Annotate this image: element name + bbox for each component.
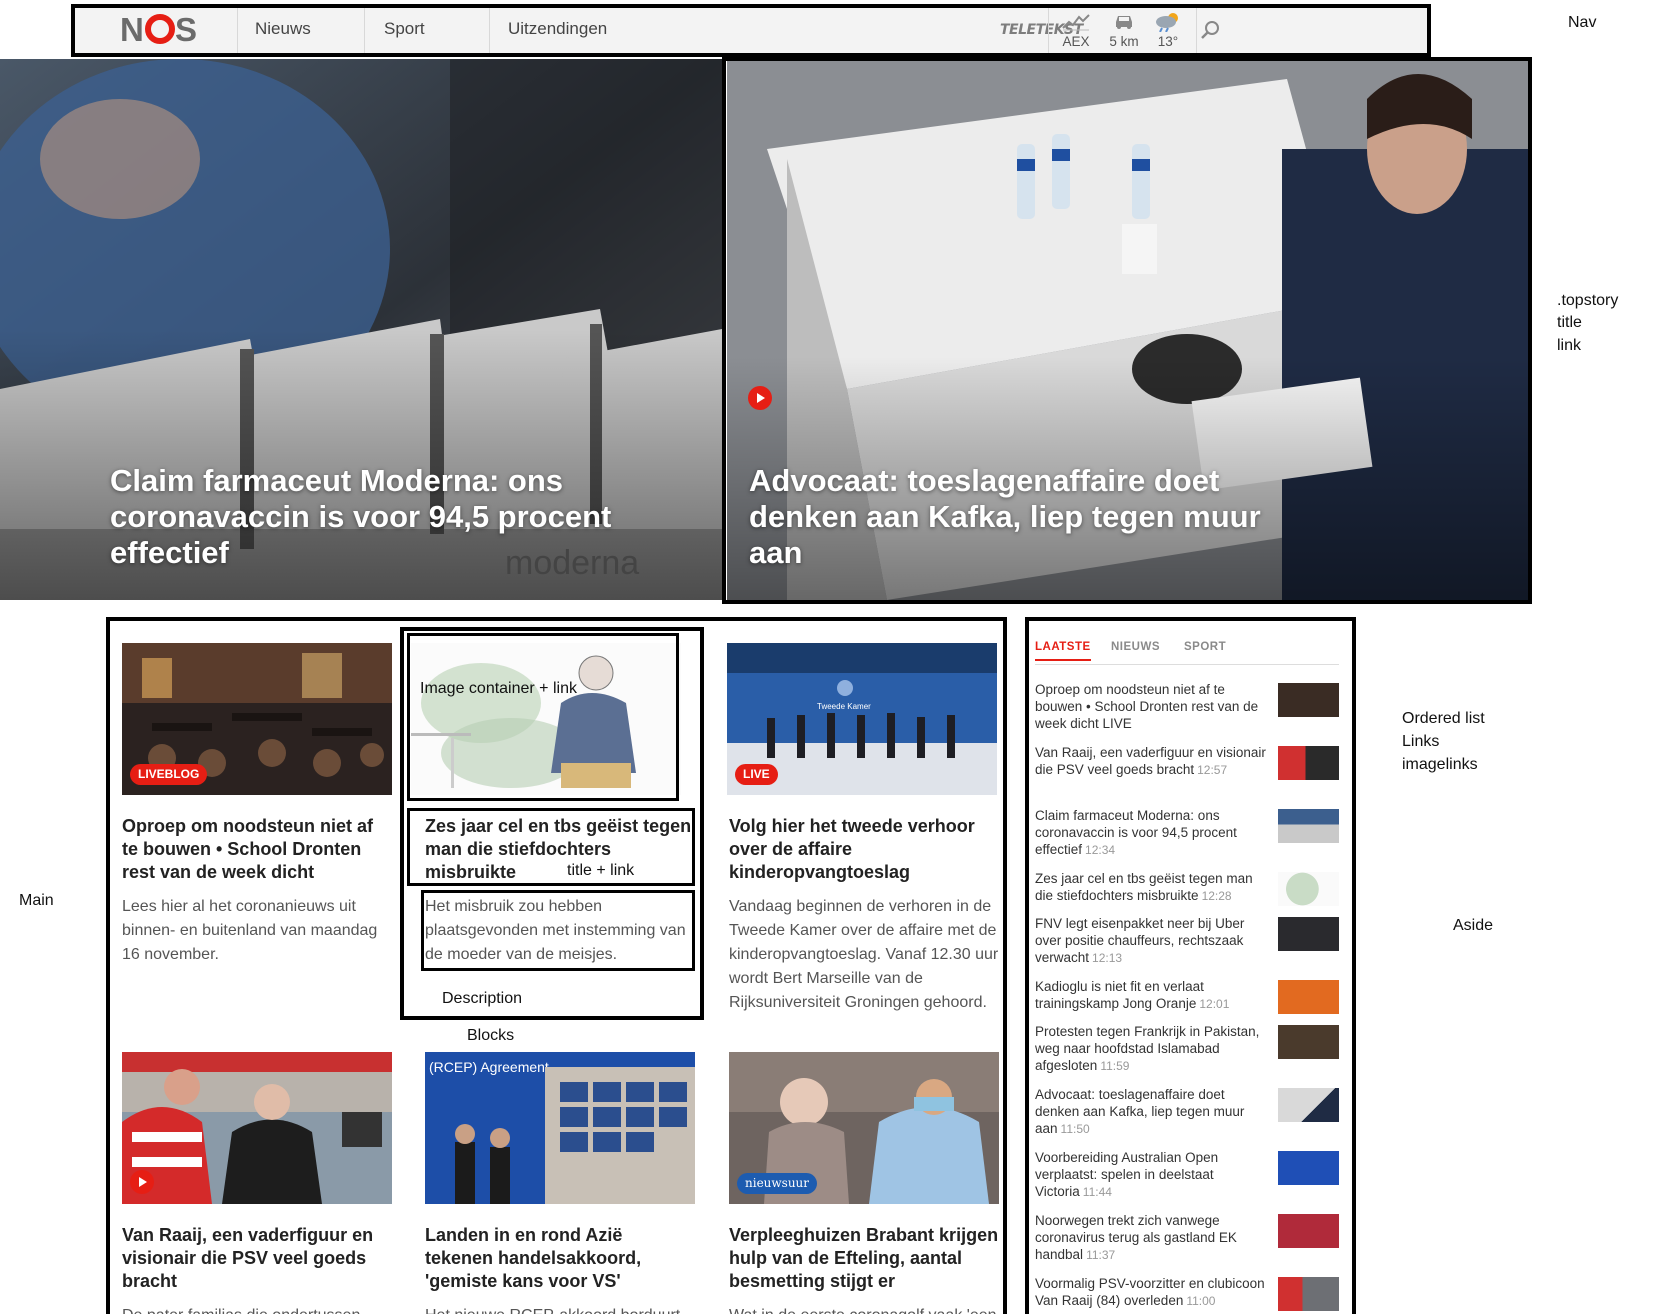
- topstory-1-title[interactable]: Claim farmaceut Moderna: ons coronavacci…: [110, 463, 670, 571]
- nav-link-nieuws[interactable]: Nieuws: [255, 19, 311, 39]
- nav-link-uitzendingen[interactable]: Uitzendingen: [508, 19, 607, 39]
- aside-item-thumb[interactable]: [1278, 1088, 1339, 1122]
- block-3-title[interactable]: Volg hier het tweede verhoor over de aff…: [729, 815, 999, 884]
- annotation-topstory: .topstory: [1557, 292, 1619, 309]
- aside-item-thumb[interactable]: [1278, 917, 1339, 951]
- aside-item-text[interactable]: Noorwegen trekt zich vanwege coronavirus…: [1035, 1212, 1270, 1264]
- block-4-play-icon[interactable]: [130, 1170, 154, 1194]
- annotation-nav: Nav: [1568, 14, 1597, 31]
- annotation-aside: Aside: [1453, 917, 1494, 934]
- annotation-main: Main: [19, 892, 54, 909]
- block-4-image[interactable]: [122, 1052, 392, 1204]
- aex-widget[interactable]: AEX: [1052, 10, 1100, 49]
- block-4-title[interactable]: Van Raaij, een vaderfiguur en visionair …: [122, 1224, 392, 1293]
- aside-item-text[interactable]: Van Raaij, een vaderfiguur en visionair …: [1035, 744, 1270, 779]
- aside-item-text[interactable]: FNV legt eisenpakket neer bij Uber over …: [1035, 915, 1270, 967]
- topstory-2-title[interactable]: Advocaat: toeslagenaffaire doet denken a…: [749, 463, 1309, 571]
- aside-item-thumb[interactable]: [1278, 980, 1339, 1014]
- weather-label: 13°: [1157, 34, 1179, 49]
- svg-text:S: S: [175, 12, 197, 46]
- block-2-description: Het misbruik zou hebben plaatsgevonden m…: [425, 898, 686, 963]
- block-6-image[interactable]: nieuwsuur: [729, 1052, 999, 1204]
- nieuwsuur-badge: nieuwsuur: [737, 1173, 818, 1194]
- video-play-icon[interactable]: [748, 386, 772, 410]
- aside-item-text[interactable]: Voorbereiding Australian Open verplaatst…: [1035, 1149, 1270, 1201]
- aside-item-thumb[interactable]: [1278, 683, 1339, 717]
- topstory-2[interactable]: Advocaat: toeslagenaffaire doet denken a…: [727, 59, 1528, 600]
- block-4-description: De pater familias die ondertussen: [122, 1304, 392, 1314]
- annotation-image-container: Image container + link: [420, 680, 577, 697]
- annotation-ordered-list: Ordered list: [1402, 710, 1485, 727]
- aside-item-text[interactable]: Protesten tegen Frankrijk in Pakistan, w…: [1035, 1023, 1270, 1075]
- block-6-title[interactable]: Verpleeghuizen Brabant krijgen hulp van …: [729, 1224, 999, 1293]
- tab-laatste[interactable]: LAATSTE: [1035, 641, 1091, 661]
- block-6-description: Wat in de eerste coronagolf vaak 'een: [729, 1304, 999, 1314]
- aside-item-thumb[interactable]: [1278, 1214, 1339, 1248]
- tab-sport[interactable]: SPORT: [1184, 641, 1226, 659]
- block-1-image[interactable]: LIVEBLOG: [122, 643, 392, 795]
- annotation-topstory-title: title: [1557, 314, 1582, 331]
- block-5-image[interactable]: (RCEP) Agreement: [425, 1052, 695, 1204]
- aside-item-text[interactable]: Zes jaar cel en tbs geëist tegen man die…: [1035, 870, 1270, 905]
- aside-item-text[interactable]: Claim farmaceut Moderna: ons coronavacci…: [1035, 807, 1270, 859]
- traffic-label: 5 km: [1109, 34, 1139, 49]
- aside-item-thumb[interactable]: [1278, 1025, 1339, 1059]
- aex-label: AEX: [1062, 34, 1090, 49]
- annotation-blocks: Blocks: [467, 1027, 515, 1044]
- annotation-imagelinks: imagelinks: [1402, 756, 1478, 773]
- block-5-description: Het nieuwe RCEP-akkoord borduurt: [425, 1304, 695, 1314]
- tab-nieuws[interactable]: NIEUWS: [1111, 641, 1160, 659]
- aside-item-text[interactable]: Kadioglu is niet fit en verlaat training…: [1035, 978, 1270, 1013]
- annotation-topstory-link: link: [1557, 337, 1582, 354]
- block-1-description: Lees hier al het coronanieuws uit binnen…: [122, 898, 378, 963]
- top-nav: N S Nieuws Sport Uitzendingen TELETEKST …: [74, 6, 1428, 55]
- aside-item-text[interactable]: Voormalig PSV-voorzitter en clubicoon Va…: [1035, 1275, 1270, 1310]
- nos-logo[interactable]: N S: [120, 12, 204, 46]
- aside-item-thumb[interactable]: [1278, 1277, 1339, 1311]
- block-5-image-text: (RCEP) Agreement: [429, 1059, 549, 1075]
- aex-chart-icon: [1062, 14, 1090, 31]
- block-3-description: Vandaag beginnen de verhoren in de Tweed…: [729, 898, 999, 1011]
- aside-item-text[interactable]: Oproep om noodsteun niet af te bouwen • …: [1035, 681, 1270, 732]
- topstory-1[interactable]: moderna Claim farmaceut Moderna: ons cor…: [0, 59, 722, 600]
- annotation-description: Description: [442, 990, 523, 1007]
- block-3-image[interactable]: Tweede Kamer LIVE: [727, 643, 997, 795]
- block-5-title[interactable]: Landen in en rond Azië tekenen handelsak…: [425, 1224, 695, 1293]
- block-2-image[interactable]: [411, 643, 681, 795]
- aside-item-thumb[interactable]: [1278, 872, 1339, 906]
- car-icon: [1116, 16, 1132, 29]
- weather-widget[interactable]: 13°: [1144, 10, 1192, 49]
- aside-item-text[interactable]: Advocaat: toeslagenaffaire doet denken a…: [1035, 1086, 1270, 1138]
- liveblog-badge: LIVEBLOG: [130, 764, 208, 785]
- aside-item-thumb[interactable]: [1278, 809, 1339, 843]
- block-3-image-text: Tweede Kamer: [817, 702, 871, 711]
- block-1-title[interactable]: Oproep om noodsteun niet af te bouwen • …: [122, 815, 392, 884]
- traffic-widget[interactable]: 5 km: [1100, 10, 1148, 49]
- weather-icon: [1156, 13, 1178, 32]
- aside-tabs: LAATSTE NIEUWS SPORT: [1035, 641, 1339, 665]
- block-2-title[interactable]: Zes jaar cel en tbs geëist tegen man die…: [425, 815, 695, 884]
- nav-link-sport[interactable]: Sport: [384, 19, 425, 39]
- annotation-links: Links: [1402, 733, 1440, 750]
- annotation-title-link: title + link: [567, 862, 635, 879]
- aside-item-thumb[interactable]: [1278, 746, 1339, 780]
- search-icon[interactable]: [1200, 19, 1222, 41]
- live-badge: LIVE: [735, 764, 778, 785]
- aside-item-thumb[interactable]: [1278, 1151, 1339, 1185]
- svg-text:N: N: [120, 12, 144, 46]
